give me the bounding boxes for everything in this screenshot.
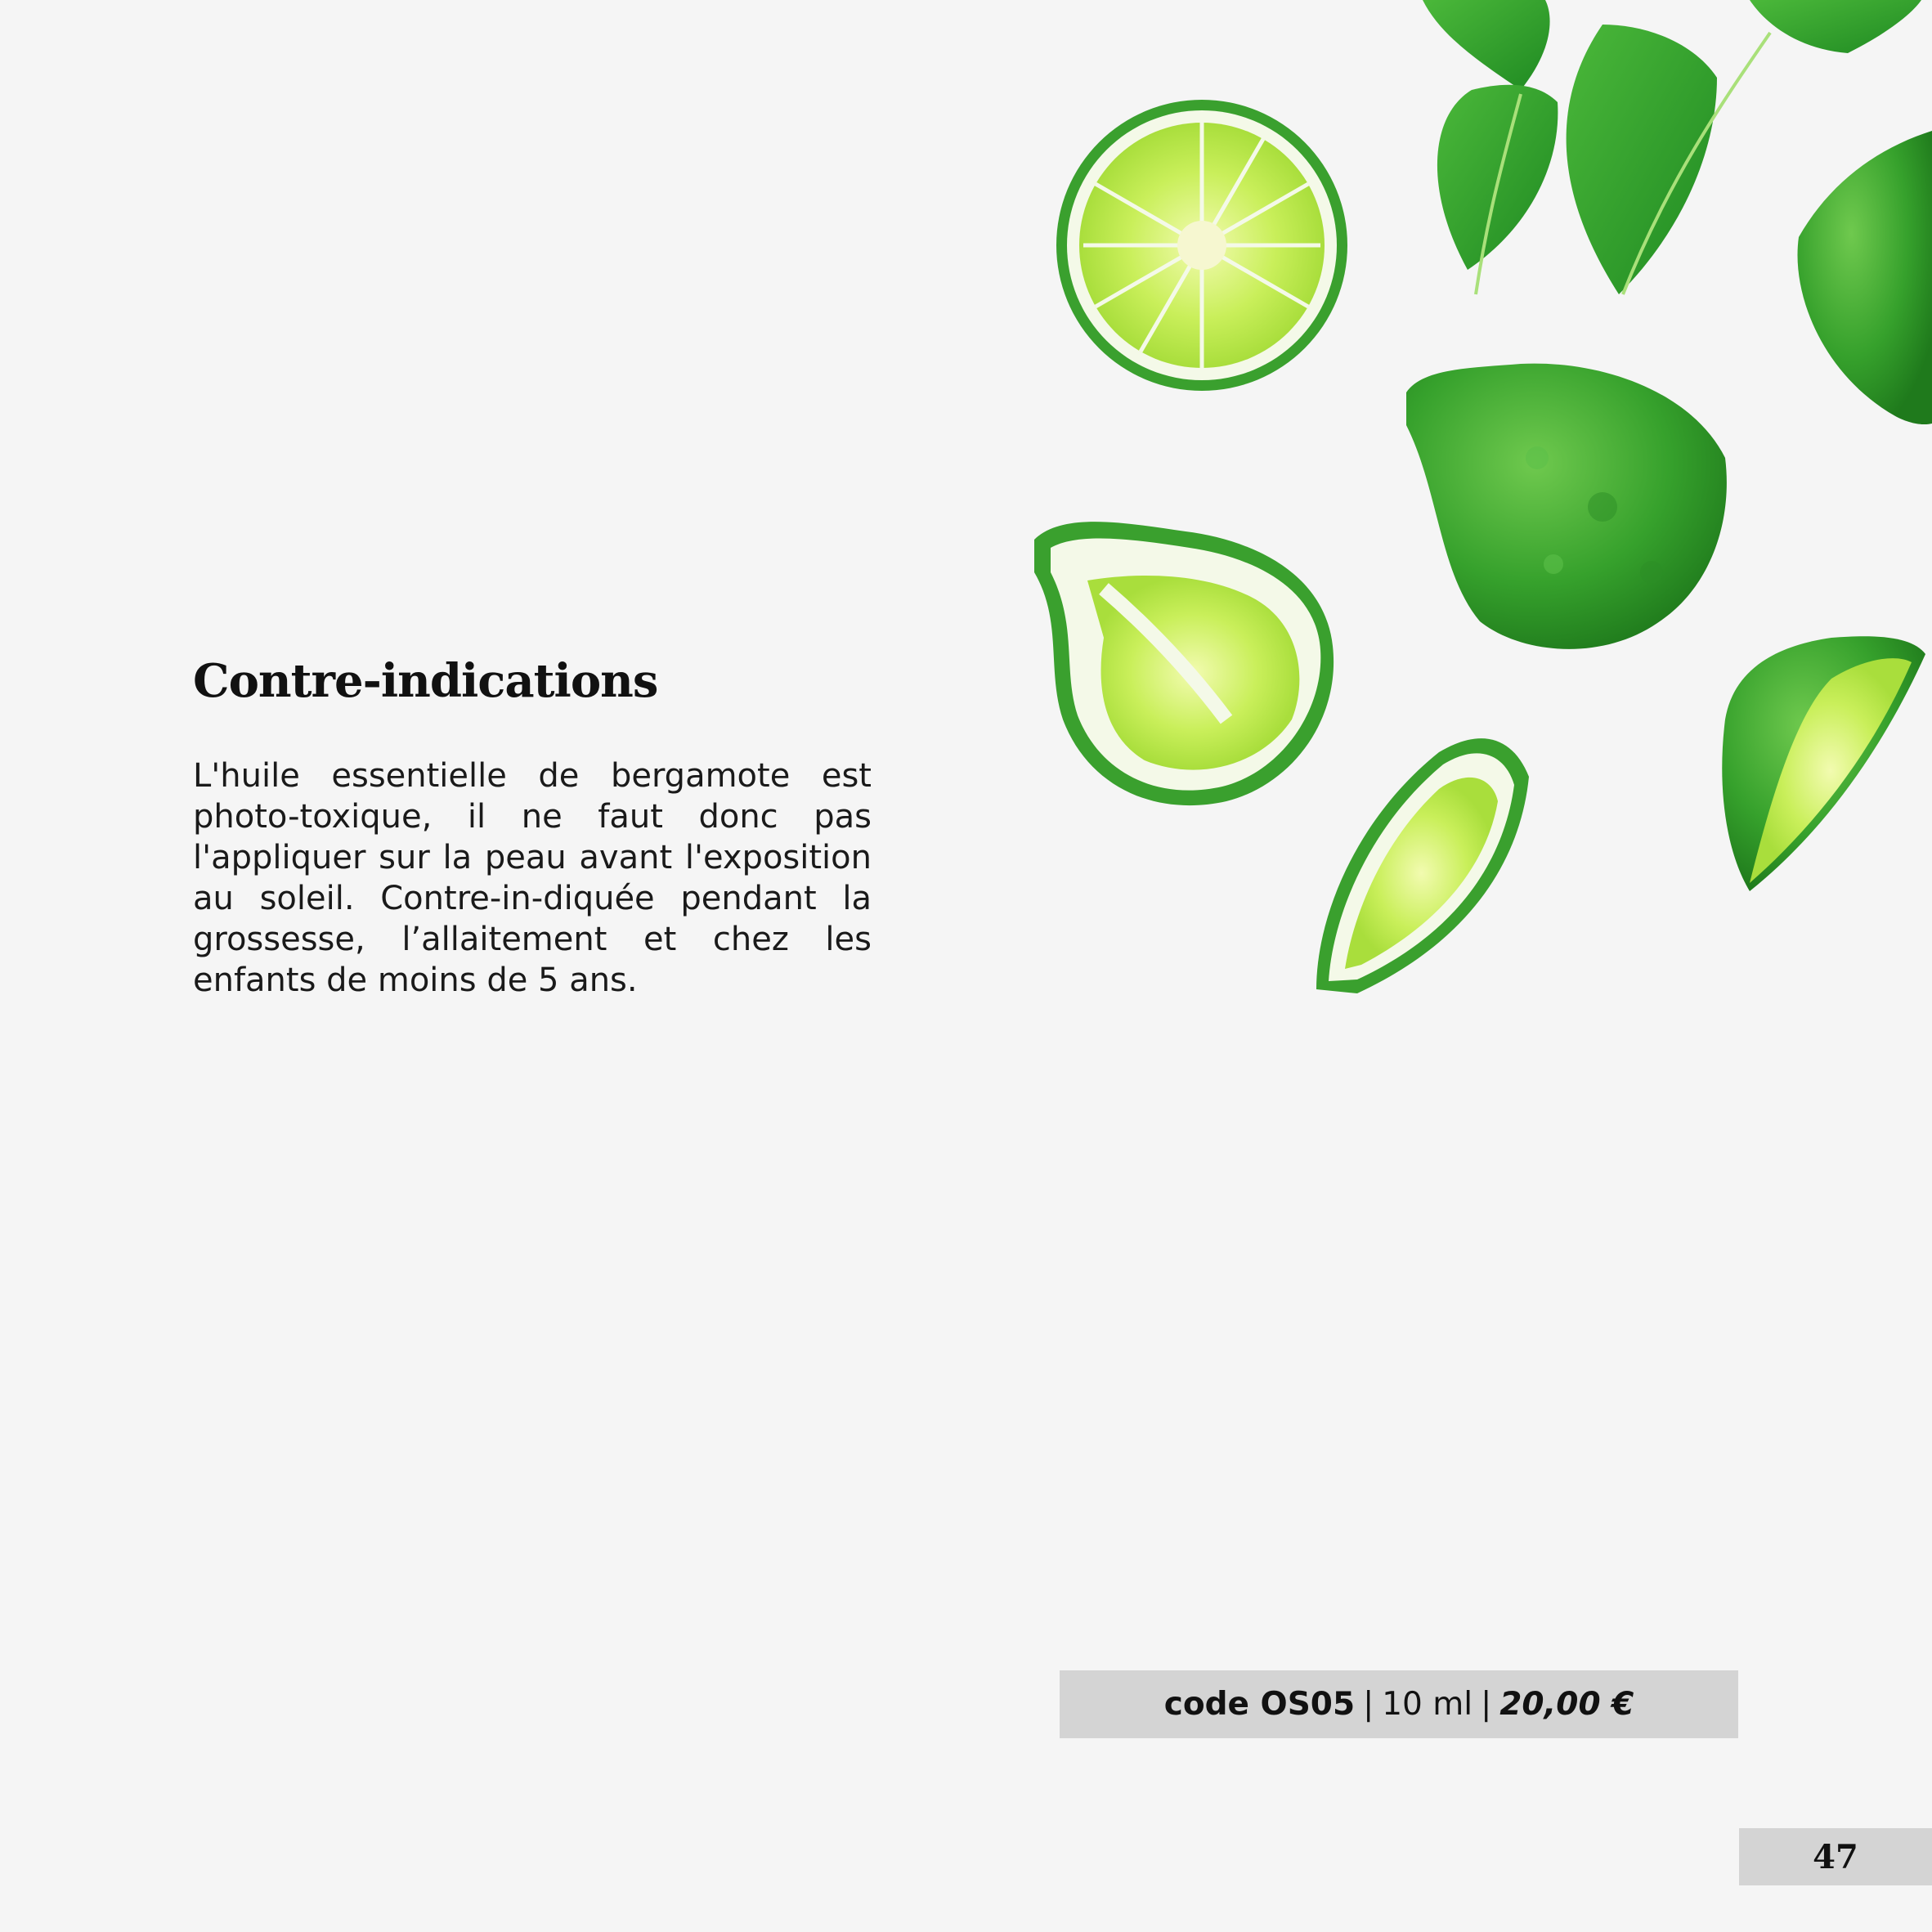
leaf xyxy=(1423,0,1550,90)
whole-bergamot xyxy=(1797,131,1932,425)
contraindications-section: Contre-indications L'huile essentielle d… xyxy=(193,654,872,1001)
section-title: Contre-indications xyxy=(193,654,658,708)
bergamot-wedge xyxy=(1722,636,1925,891)
leaf xyxy=(1750,0,1921,53)
bergamot-illustration xyxy=(1034,0,1932,993)
bergamot-wedge xyxy=(1316,738,1529,993)
product-price: 20,00 € xyxy=(1499,1686,1634,1723)
product-code: code OS05 xyxy=(1163,1686,1356,1723)
whole-bergamot xyxy=(1406,363,1727,649)
page-number: 47 xyxy=(1739,1828,1932,1885)
separator: | xyxy=(1363,1686,1374,1723)
separator: | xyxy=(1481,1686,1492,1723)
bergamot-half xyxy=(1034,522,1334,806)
bergamot-slice xyxy=(1056,100,1347,391)
product-volume: 10 ml xyxy=(1382,1686,1473,1723)
product-price-bar: code OS05 | 10 ml | 20,00 € xyxy=(1060,1670,1738,1738)
section-body: L'huile essentielle de bergamote est pho… xyxy=(193,757,872,999)
